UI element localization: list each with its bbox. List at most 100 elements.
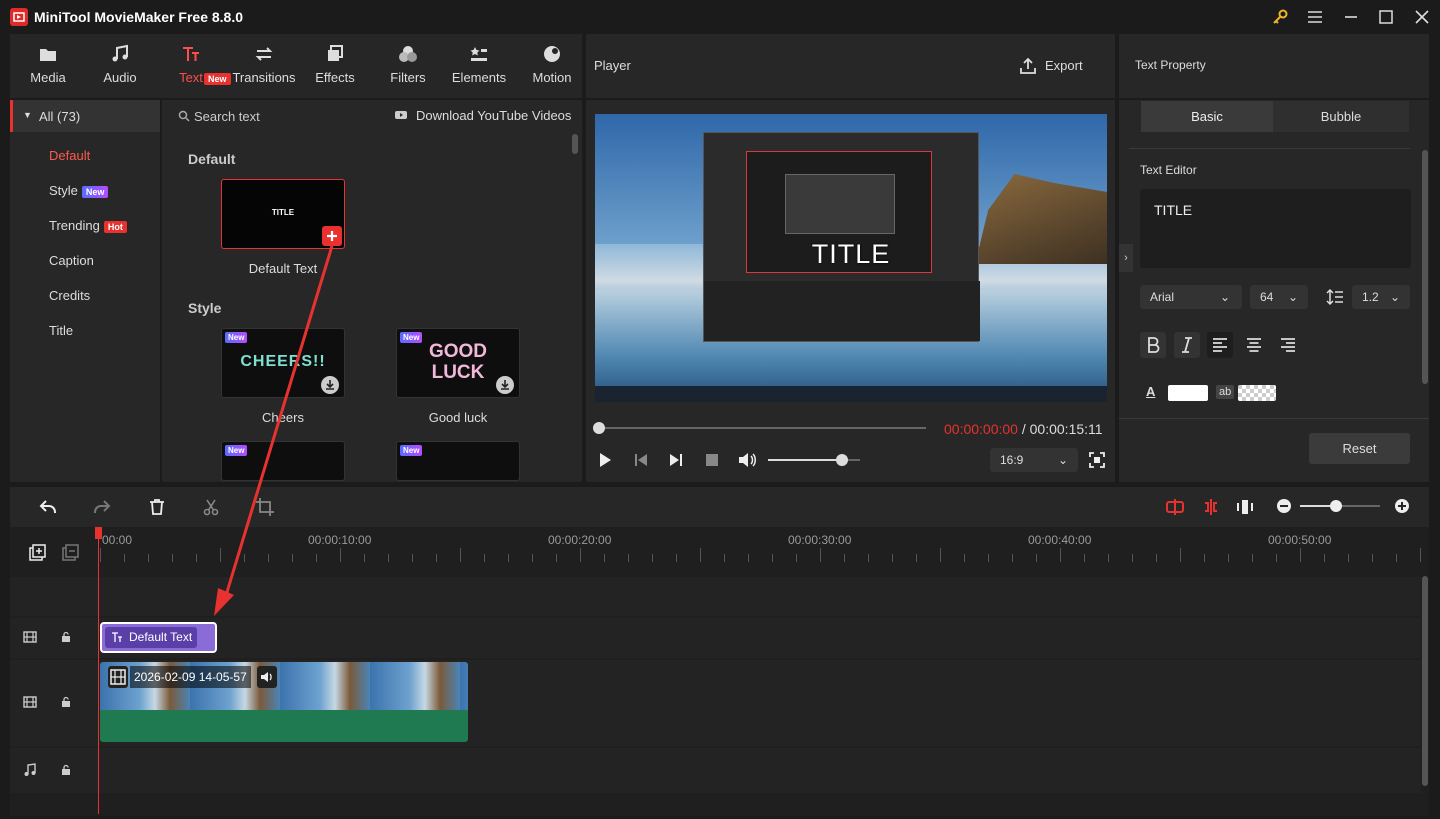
- text-clip[interactable]: Default Text: [100, 622, 217, 653]
- property-scrollbar[interactable]: [1422, 150, 1428, 384]
- preview-screen-window: [703, 132, 980, 342]
- video-clip[interactable]: 2026-02-09 14-05-57: [100, 662, 468, 742]
- lock-icon[interactable]: [60, 631, 72, 643]
- film-icon: [23, 695, 37, 709]
- ruler-tick: [1372, 554, 1373, 562]
- tab-motion[interactable]: Motion: [520, 44, 584, 96]
- divider: [1129, 148, 1410, 149]
- tab-elements[interactable]: Elements: [447, 44, 511, 96]
- minimize-icon[interactable]: [1339, 5, 1363, 29]
- lock-icon[interactable]: [60, 764, 72, 776]
- playhead-handle[interactable]: [95, 527, 102, 539]
- tab-transitions[interactable]: Transitions: [231, 44, 297, 96]
- progress-bar[interactable]: [599, 427, 926, 429]
- ruler-tick: [868, 554, 869, 562]
- good-luck-thumb[interactable]: New GOOD LUCK: [396, 328, 520, 398]
- delete-icon[interactable]: [147, 497, 167, 517]
- ruler-tick: [964, 554, 965, 562]
- font-select[interactable]: Arial ⌄: [1140, 285, 1242, 309]
- ruler-tick-label: 00:00: [102, 533, 133, 547]
- tab-filters[interactable]: Filters: [376, 44, 440, 96]
- lock-icon[interactable]: [60, 696, 72, 708]
- fullscreen-icon[interactable]: [1088, 451, 1106, 469]
- ruler-tick: [676, 554, 677, 562]
- play-icon[interactable]: [596, 451, 614, 469]
- youtube-icon: [394, 108, 408, 122]
- line-spacing-select[interactable]: 1.2 ⌄: [1352, 285, 1410, 309]
- reset-button[interactable]: Reset: [1309, 433, 1410, 464]
- aspect-ratio-select[interactable]: 16:9 ⌄: [990, 448, 1078, 472]
- zoom-handle[interactable]: [1330, 500, 1342, 512]
- collapse-panel-icon[interactable]: ›: [1119, 244, 1133, 272]
- progress-handle[interactable]: [593, 422, 605, 434]
- next-frame-icon[interactable]: [667, 451, 685, 469]
- elements-icon: [470, 47, 487, 61]
- ruler-tick: [1252, 554, 1253, 562]
- hot-badge: Hot: [103, 220, 127, 233]
- previous-frame-icon[interactable]: [632, 451, 650, 469]
- background-color-swatch[interactable]: [1238, 385, 1276, 401]
- tab-effects[interactable]: Effects: [303, 44, 367, 96]
- text-editor-input[interactable]: TITLE: [1140, 189, 1411, 268]
- tab-bubble[interactable]: Bubble: [1273, 101, 1409, 132]
- zoom-slider[interactable]: [1300, 500, 1380, 512]
- fit-icon[interactable]: [1235, 497, 1255, 517]
- category-credits[interactable]: Credits: [49, 288, 90, 303]
- stop-icon[interactable]: [703, 451, 721, 469]
- category-trending[interactable]: Trending Hot: [49, 218, 127, 233]
- chevron-down-icon: ⌄: [1220, 290, 1231, 304]
- tab-media[interactable]: Media: [16, 44, 80, 96]
- key-icon[interactable]: [1268, 5, 1292, 29]
- align-center-button[interactable]: [1241, 332, 1267, 358]
- add-track-icon[interactable]: [29, 544, 47, 562]
- ruler-tick: [484, 554, 485, 562]
- download-icon[interactable]: [496, 376, 514, 394]
- timeline-scrollbar[interactable]: [1422, 576, 1428, 786]
- maximize-icon[interactable]: [1374, 5, 1398, 29]
- category-all[interactable]: ▼ All (73): [10, 100, 160, 132]
- remove-track-icon[interactable]: [62, 544, 80, 562]
- category-default[interactable]: Default: [49, 148, 90, 163]
- menu-icon[interactable]: [1303, 5, 1327, 29]
- style-thumb-4[interactable]: New: [396, 441, 520, 481]
- video-preview: TITLE: [595, 114, 1107, 402]
- tab-text[interactable]: Text: [159, 44, 223, 96]
- align-left-button[interactable]: [1207, 332, 1233, 358]
- split-red-icon[interactable]: [1165, 497, 1185, 517]
- ruler-tick: [1300, 548, 1301, 562]
- close-icon[interactable]: [1410, 5, 1434, 29]
- italic-button[interactable]: [1174, 332, 1200, 358]
- category-style[interactable]: Style New: [49, 183, 109, 198]
- bold-button[interactable]: [1140, 332, 1166, 358]
- zoom-out-icon[interactable]: [1276, 498, 1292, 514]
- search-input[interactable]: Search text: [194, 109, 260, 124]
- text-color-swatch[interactable]: [1168, 385, 1208, 401]
- redo-icon[interactable]: [92, 497, 112, 517]
- speaker-icon[interactable]: [257, 666, 277, 688]
- align-right-button[interactable]: [1275, 332, 1301, 358]
- volume-handle[interactable]: [835, 454, 848, 466]
- ruler-tick: [1036, 554, 1037, 562]
- font-size-select[interactable]: 64 ⌄: [1250, 285, 1308, 309]
- snap-red-icon[interactable]: [1201, 497, 1221, 517]
- download-youtube-link[interactable]: Download YouTube Videos: [416, 108, 571, 123]
- category-title[interactable]: Title: [49, 323, 73, 338]
- volume-icon[interactable]: [737, 451, 757, 469]
- tab-basic[interactable]: Basic: [1141, 101, 1273, 132]
- audio-icon: [112, 44, 128, 62]
- playhead[interactable]: [98, 527, 99, 814]
- default-text-thumb[interactable]: TITLE: [221, 179, 345, 249]
- ruler-tick-label: 00:00:40:00: [1028, 533, 1092, 547]
- title-bar: MiniTool MovieMaker Free 8.8.0: [0, 0, 1440, 34]
- export-button[interactable]: Export: [1045, 58, 1083, 73]
- zoom-in-icon[interactable]: [1394, 498, 1410, 514]
- ruler-tick: [1420, 548, 1421, 562]
- tab-audio[interactable]: Audio: [88, 44, 152, 96]
- undo-icon[interactable]: [38, 497, 58, 517]
- volume-slider[interactable]: [768, 454, 860, 466]
- text-icon: [183, 47, 199, 61]
- text-clip-label: Default Text: [129, 630, 193, 644]
- gallery-scrollbar[interactable]: [572, 134, 578, 154]
- category-caption[interactable]: Caption: [49, 253, 94, 268]
- ruler-tick: [628, 554, 629, 562]
